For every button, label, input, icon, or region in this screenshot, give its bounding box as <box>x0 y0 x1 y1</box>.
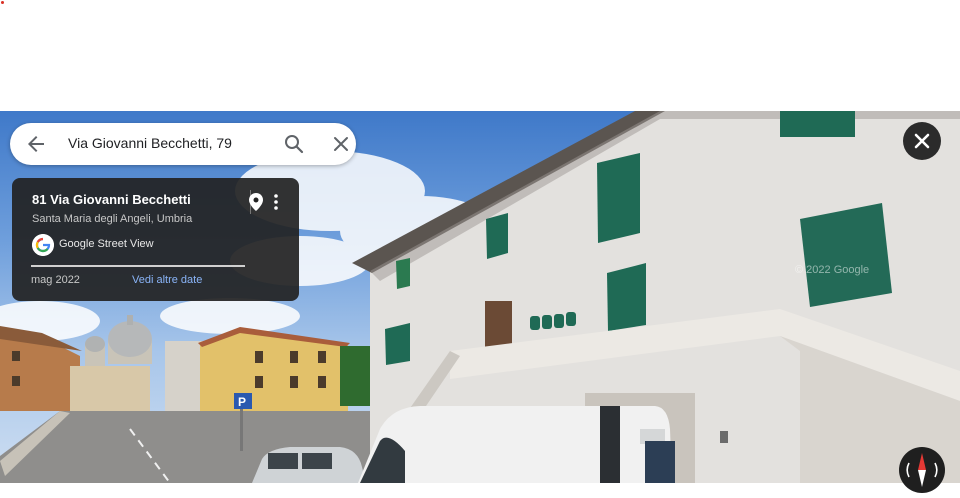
source-label: Google Street View <box>59 238 154 250</box>
blank-top-area <box>0 0 960 111</box>
close-viewer-button[interactable] <box>903 122 941 160</box>
left-buildings <box>0 326 370 421</box>
close-icon[interactable] <box>329 132 353 156</box>
search-icon[interactable] <box>282 132 306 156</box>
more-vert-icon[interactable] <box>270 193 282 211</box>
search-input[interactable]: Via Giovanni Becchetti, 79 <box>68 135 232 151</box>
location-info-card: 81 Via Giovanni Becchetti Santa Maria de… <box>12 178 299 301</box>
arrow-left-icon[interactable] <box>24 132 48 156</box>
locality-label: Santa Maria degli Angeli, Umbria <box>32 213 193 225</box>
compass-icon <box>906 453 938 487</box>
white-van <box>358 406 675 483</box>
search-box[interactable]: Via Giovanni Becchetti, 79 <box>10 123 356 165</box>
compass-button[interactable] <box>899 447 945 493</box>
svg-text:P: P <box>238 395 246 409</box>
location-pin-icon[interactable] <box>249 193 263 211</box>
address-title: 81 Via Giovanni Becchetti <box>32 192 191 207</box>
timeline-bar <box>31 265 245 267</box>
indicator-dot <box>1 1 4 4</box>
watermark: © 2022 Google <box>795 264 869 276</box>
google-g-logo <box>32 234 54 256</box>
close-icon <box>914 133 930 149</box>
capture-date: mag 2022 <box>31 274 80 286</box>
more-dates-link[interactable]: Vedi altre date <box>132 274 202 286</box>
